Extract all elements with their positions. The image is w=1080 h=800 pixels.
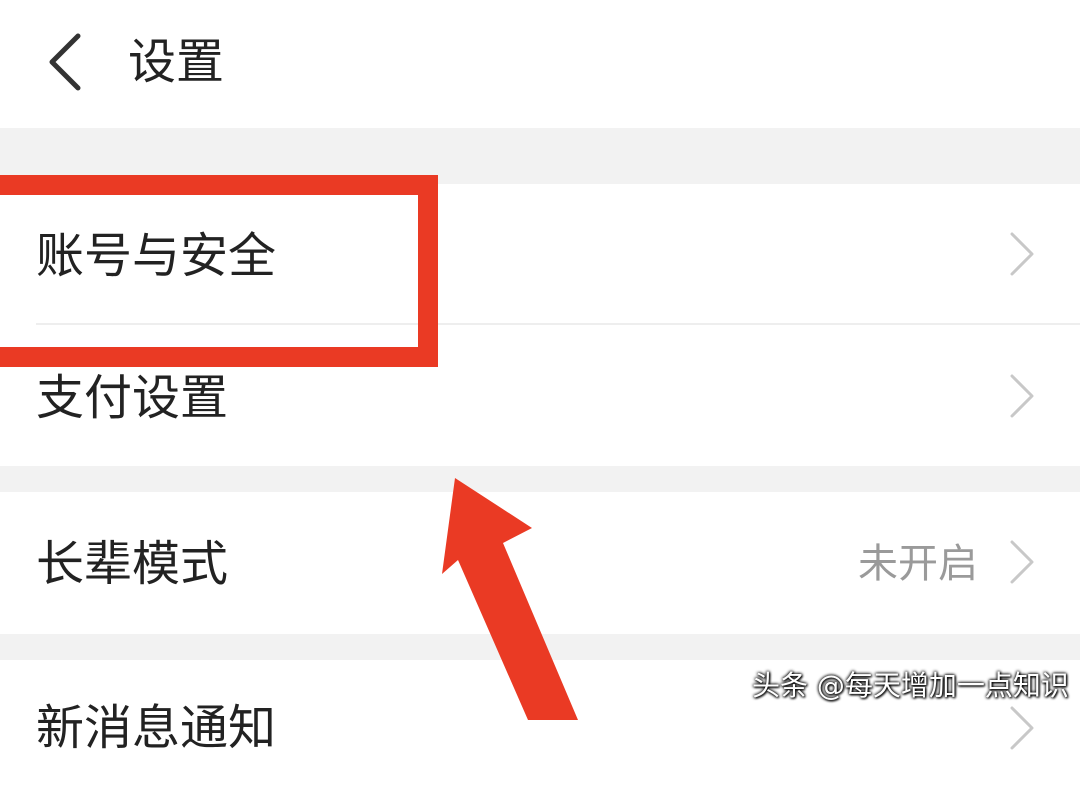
settings-item-label: 新消息通知 xyxy=(36,700,277,756)
settings-item-label: 账号与安全 xyxy=(36,228,277,284)
row-divider xyxy=(36,323,1080,325)
settings-item-value: 未开启 xyxy=(858,541,978,587)
page-title: 设置 xyxy=(128,34,225,90)
section-gap xyxy=(0,634,1080,660)
section-gap xyxy=(0,466,1080,492)
settings-item-payment[interactable]: 支付设置 xyxy=(0,326,1080,466)
settings-item-label: 长辈模式 xyxy=(36,536,229,592)
back-button[interactable] xyxy=(38,30,98,94)
chevron-right-icon xyxy=(1004,538,1038,586)
chevron-right-icon xyxy=(1004,372,1038,420)
settings-item-account-security[interactable]: 账号与安全 xyxy=(0,184,1080,325)
section-gap xyxy=(0,128,1080,184)
chevron-right-icon xyxy=(1004,230,1038,278)
settings-item-label: 支付设置 xyxy=(36,370,229,426)
settings-item-elder-mode[interactable]: 长辈模式 未开启 xyxy=(0,492,1080,632)
chevron-left-icon xyxy=(38,30,98,94)
watermark: 头条 @每天增加一点知识 xyxy=(752,669,1069,702)
chevron-right-icon xyxy=(1004,704,1038,752)
header-bar: 设置 xyxy=(0,0,1080,128)
